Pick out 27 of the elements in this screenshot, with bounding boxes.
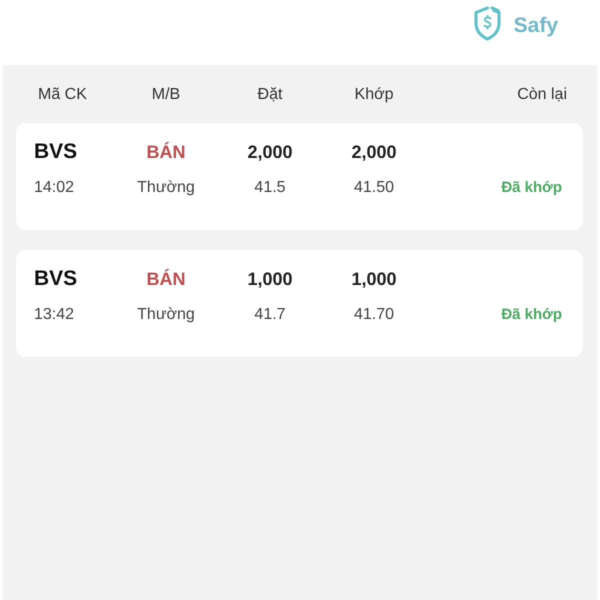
matched-price: 41.70: [354, 305, 394, 325]
stock-symbol: BVS: [34, 139, 78, 165]
order-side: BÁN: [146, 268, 186, 291]
order-status: Đã khớp: [501, 178, 562, 198]
order-time: 13:42: [34, 305, 74, 325]
order-side: BÁN: [146, 141, 186, 164]
order-quantity: 1,000: [247, 268, 293, 291]
matched-quantity: 2,000: [351, 141, 397, 164]
column-header: Đặt: [258, 85, 282, 105]
column-header: Khớp: [354, 85, 394, 105]
order-type: Thường: [137, 178, 195, 198]
brand-name: Safy: [514, 14, 558, 38]
order-type: Thường: [137, 305, 195, 325]
column-header: Còn lại: [517, 85, 567, 105]
order-quantity: 2,000: [247, 141, 293, 164]
order-time: 14:02: [34, 178, 74, 198]
order-status: Đã khớp: [501, 305, 562, 325]
matched-price: 41.50: [354, 178, 394, 198]
column-header: M/B: [152, 85, 180, 105]
stock-symbol: BVS: [34, 266, 78, 292]
order-price: 41.5: [254, 178, 286, 198]
matched-quantity: 1,000: [351, 268, 397, 291]
order-price: 41.7: [254, 305, 286, 325]
order-card[interactable]: BVS BÁN 1,000 1,000 13:42 Thường 41.7 41.70 Đã khớp: [16, 250, 583, 357]
order-card[interactable]: BVS BÁN 2,000 2,000 14:02 Thường 41.5 41.50 Đã khớp: [16, 123, 583, 230]
shield-dollar-icon: [472, 5, 503, 41]
column-header: Mã CK: [38, 85, 87, 105]
